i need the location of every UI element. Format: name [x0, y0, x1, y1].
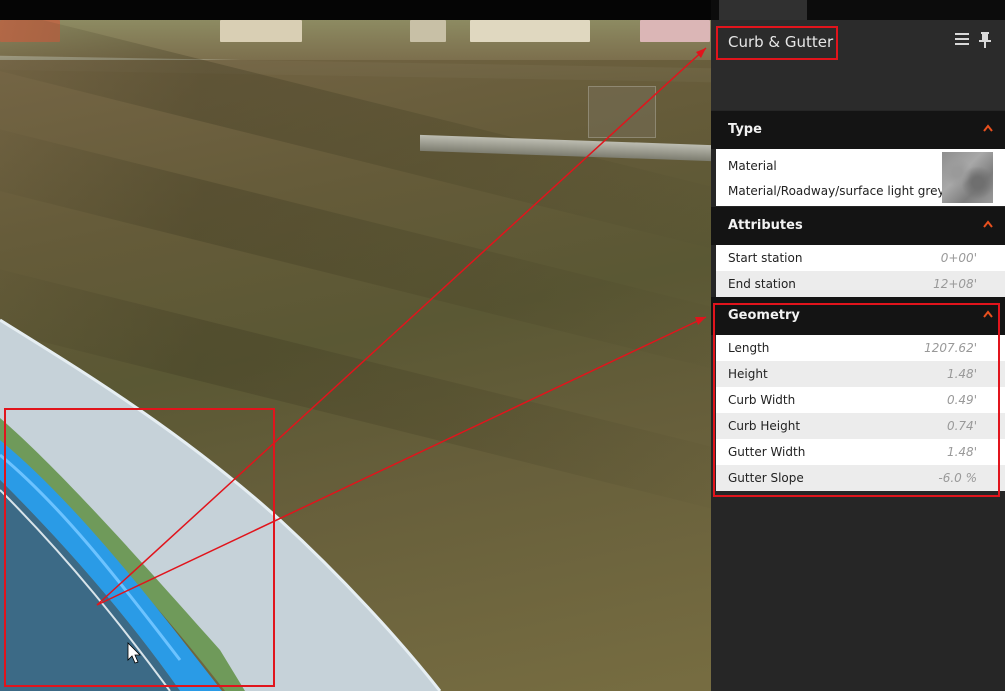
attribute-row-end-station[interactable]: End station 12+08' [716, 271, 1005, 297]
chevron-up-icon[interactable] [983, 310, 993, 318]
material-label: Material [728, 159, 777, 173]
material-swatch[interactable] [942, 152, 993, 203]
row-label: Curb Width [728, 393, 796, 407]
row-value: 12+08' [933, 277, 977, 291]
curb-gutter-geometry[interactable] [0, 0, 711, 691]
row-label: End station [728, 277, 796, 291]
row-label: Curb Height [728, 419, 801, 433]
row-value: 1.48' [946, 367, 977, 381]
row-label: Length [728, 341, 770, 355]
pin-icon[interactable] [977, 32, 993, 50]
material-value: Material/Roadway/surface light grey c... [728, 184, 967, 198]
section-attributes-title: Attributes [728, 218, 803, 233]
geometry-row-curb-width[interactable]: Curb Width 0.49' [716, 387, 1005, 413]
section-type-title: Type [728, 122, 762, 137]
row-label: Gutter Width [728, 445, 806, 459]
panel-header: Curb & Gutter [711, 20, 1005, 110]
geometry-row-gutter-width[interactable]: Gutter Width 1.48' [716, 439, 1005, 465]
row-value: -6.0 % [938, 471, 977, 485]
chevron-up-icon[interactable] [983, 124, 993, 132]
panel-tab[interactable] [719, 0, 807, 20]
geometry-row-length[interactable]: Length 1207.62' [716, 335, 1005, 361]
hamburger-menu-icon[interactable] [954, 32, 970, 50]
section-type-header[interactable]: Type [711, 111, 1005, 149]
section-geometry-title: Geometry [728, 308, 800, 323]
type-material-row[interactable]: Material Material/Roadway/surface light … [716, 149, 1005, 206]
section-attributes-header[interactable]: Attributes [711, 207, 1005, 245]
row-label: Start station [728, 251, 803, 265]
row-value: 1.48' [946, 445, 977, 459]
chevron-up-icon[interactable] [983, 220, 993, 228]
row-value: 0.49' [946, 393, 977, 407]
row-label: Height [728, 367, 768, 381]
properties-panel: Curb & Gutter Type Material Material/Roa… [711, 0, 1005, 691]
section-geometry-header[interactable]: Geometry [711, 297, 1005, 335]
attribute-row-start-station[interactable]: Start station 0+00' [716, 245, 1005, 271]
row-label: Gutter Slope [728, 471, 804, 485]
panel-title: Curb & Gutter [728, 33, 834, 51]
row-value: 1207.62' [924, 341, 977, 355]
panel-tabstrip [711, 0, 1005, 20]
geometry-row-curb-height[interactable]: Curb Height 0.74' [716, 413, 1005, 439]
row-value: 0+00' [940, 251, 977, 265]
3d-viewport[interactable] [0, 0, 711, 691]
geometry-row-gutter-slope[interactable]: Gutter Slope -6.0 % [716, 465, 1005, 491]
row-value: 0.74' [946, 419, 977, 433]
geometry-row-height[interactable]: Height 1.48' [716, 361, 1005, 387]
